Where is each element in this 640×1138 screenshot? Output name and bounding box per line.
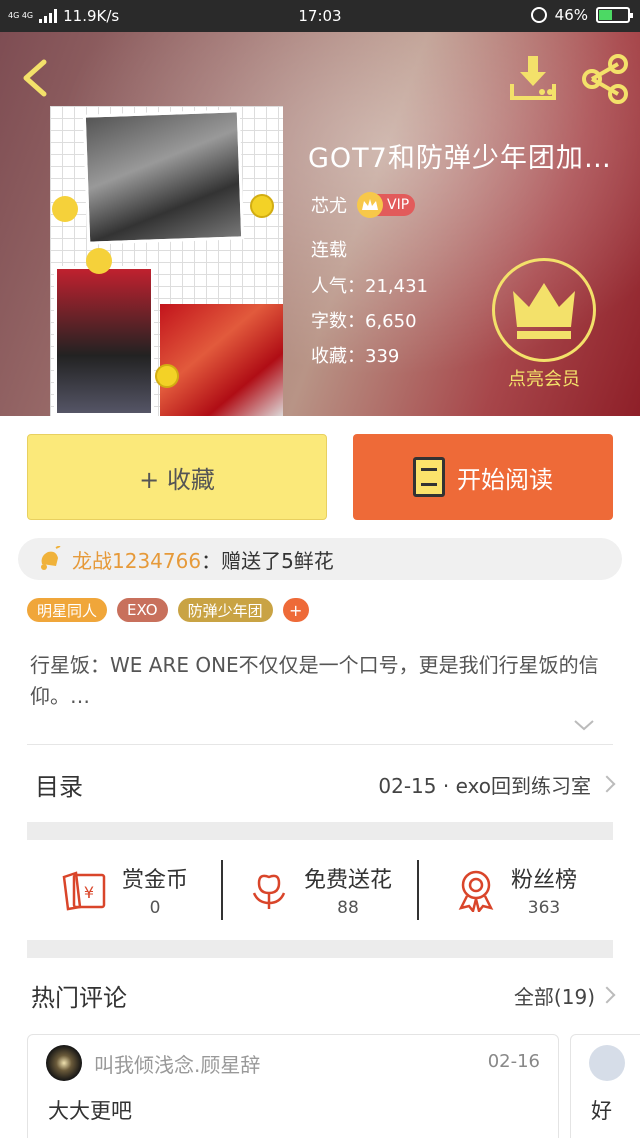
bell-icon xyxy=(41,546,61,570)
chevron-right-icon xyxy=(598,986,616,1004)
book-header: GOT7和防弹少年团加… 芯尤 VIP 连载 人气：21,431 字数：6,65… xyxy=(0,32,640,416)
comment-author[interactable]: 叫我倾浅念.顾星辞 xyxy=(94,1049,260,1078)
tag[interactable]: EXO xyxy=(117,598,168,622)
avatar[interactable] xyxy=(589,1045,625,1081)
divider xyxy=(27,744,613,745)
hot-comments-title: 热门评论 xyxy=(31,983,127,1012)
smiley-decoration xyxy=(250,194,274,218)
serial-status: 连载 xyxy=(311,240,347,261)
comment-card[interactable]: 叫我倾浅念.顾星辞 02-16 大大更吧 xyxy=(27,1034,559,1138)
gift-user[interactable]: 龙战1234766 xyxy=(72,545,201,574)
reward-stats: ¥ 赏金币 0 免费送花 88 粉丝榜 363 xyxy=(27,840,613,940)
cover-photo xyxy=(160,304,283,416)
collect-button[interactable]: + 收藏 xyxy=(27,434,327,520)
book-intro: 行星饭：WE ARE ONE不仅仅是一个口号，更是我们行星饭的信仰。… xyxy=(30,653,599,708)
section-divider xyxy=(27,822,613,840)
stat-value: 363 xyxy=(527,898,561,918)
alarm-icon xyxy=(530,7,547,23)
sun-decoration xyxy=(86,248,112,274)
all-comments-link[interactable]: 全部(19) xyxy=(513,981,616,1010)
stat-name: 粉丝榜 xyxy=(510,868,577,893)
author-name[interactable]: 芯尤 xyxy=(311,192,347,218)
stat-name: 赏金币 xyxy=(121,868,188,893)
stat-value: 88 xyxy=(337,898,359,918)
comment-date: 02-16 xyxy=(487,1051,540,1072)
tag-list: 明星同人 EXO 防弹少年团 + xyxy=(27,598,309,622)
fan-ranking-button[interactable]: 粉丝榜 363 xyxy=(419,862,613,918)
vip-label: VIP xyxy=(387,197,410,213)
book-title: GOT7和防弹少年团加… xyxy=(308,143,612,174)
chevron-down-icon[interactable] xyxy=(572,717,596,733)
back-icon[interactable] xyxy=(18,58,52,98)
tag[interactable]: 明星同人 xyxy=(27,598,108,622)
vip-badge: VIP xyxy=(357,192,416,218)
table-of-contents-row[interactable]: 目录 02-15 · exo回到练习室 xyxy=(27,746,616,822)
crown-icon xyxy=(357,192,383,218)
avatar[interactable] xyxy=(46,1045,82,1081)
reward-coins-button[interactable]: ¥ 赏金币 0 xyxy=(27,862,221,918)
battery-percent: 46% xyxy=(554,6,588,24)
crown-icon xyxy=(513,283,575,339)
chevron-right-icon xyxy=(598,775,616,793)
status-bar: 4G 4G 11.9K/s 17:03 46% xyxy=(0,0,640,32)
hot-comments-header: 热门评论 全部(19) xyxy=(27,958,616,1032)
sun-decoration xyxy=(52,196,78,222)
cover-photo xyxy=(82,109,245,245)
section-divider xyxy=(27,940,613,958)
all-comments-label: 全部(19) xyxy=(513,984,595,1009)
favorite-count: 收藏：339 xyxy=(311,346,400,367)
tag[interactable]: 防弹少年团 xyxy=(177,598,273,622)
popularity: 人气：21,431 xyxy=(311,276,428,297)
coin-envelope-icon: ¥ xyxy=(62,871,106,911)
comment-text: 大大更吧 xyxy=(48,1099,132,1123)
start-reading-button[interactable]: 开始阅读 xyxy=(353,434,613,520)
flower-icon xyxy=(252,874,286,909)
latest-chapter: 02-15 · exo回到练习室 xyxy=(378,773,591,798)
medal-icon xyxy=(458,870,494,912)
send-flower-button[interactable]: 免费送花 88 xyxy=(223,862,417,918)
comment-text: 好 xyxy=(591,1099,612,1123)
member-label[interactable]: 点亮会员 xyxy=(484,365,604,391)
gift-action: ：赠送了5鲜花 xyxy=(201,548,334,573)
member-button[interactable] xyxy=(492,258,596,362)
book-icon xyxy=(413,457,445,497)
start-reading-label: 开始阅读 xyxy=(457,465,553,494)
download-icon[interactable] xyxy=(508,54,558,102)
book-cover xyxy=(50,106,283,416)
gift-notice: 龙战1234766 ：赠送了5鲜花 xyxy=(18,538,622,580)
add-tag-button[interactable]: + xyxy=(282,598,309,622)
smiley-decoration xyxy=(155,364,179,388)
word-count: 字数：6,650 xyxy=(311,311,417,332)
share-icon[interactable] xyxy=(580,54,630,104)
cover-photo xyxy=(54,266,154,416)
stat-name: 免费送花 xyxy=(303,868,392,893)
svg-text:¥: ¥ xyxy=(84,883,94,902)
battery-icon xyxy=(596,7,633,23)
toc-label: 目录 xyxy=(35,772,83,801)
stat-value: 0 xyxy=(149,898,161,918)
comment-card[interactable]: 好 xyxy=(570,1034,640,1138)
